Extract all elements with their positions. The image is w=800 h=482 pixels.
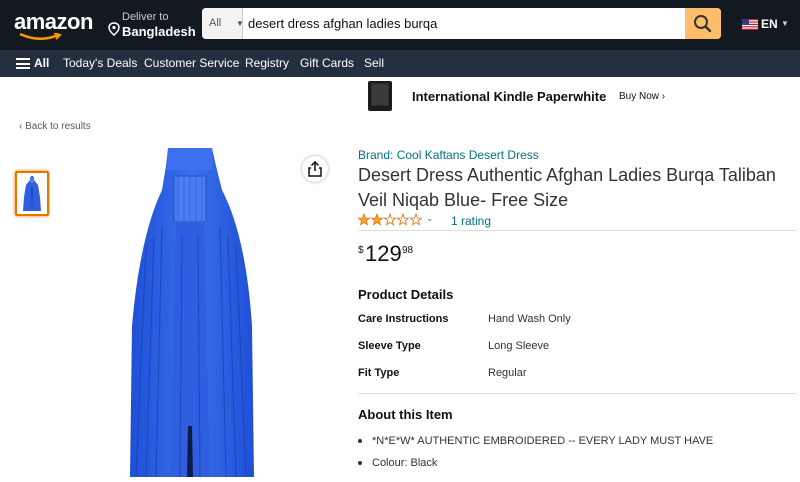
star-empty-icon — [396, 213, 410, 226]
price-whole: 129 — [365, 241, 402, 266]
location-pin-icon — [108, 22, 120, 36]
detail-value-care: Hand Wash Only — [488, 313, 571, 325]
product-thumbnail[interactable] — [15, 171, 49, 216]
detail-value-sleeve: Long Sleeve — [488, 340, 550, 352]
nav-todays-deals[interactable]: Today's Deals — [63, 56, 137, 70]
star-empty-icon — [409, 213, 422, 226]
star-filled-icon — [358, 213, 371, 226]
kindle-device-image — [368, 81, 392, 111]
nav-customer-service[interactable]: Customer Service — [144, 56, 239, 70]
back-to-results-link[interactable]: ‹ Back to results — [19, 121, 91, 132]
price-fraction: 98 — [402, 245, 414, 256]
language-label: EN — [761, 17, 778, 31]
burqa-thumbnail-image — [23, 176, 41, 211]
search-bar: All ▼ — [202, 8, 721, 39]
star-empty-icon — [383, 213, 397, 226]
chevron-down-icon: ▼ — [781, 19, 789, 28]
about-heading: About this Item — [358, 407, 453, 422]
burqa-product-image — [130, 148, 254, 478]
divider — [358, 230, 796, 231]
product-title: Desert Dress Authentic Afghan Ladies Bur… — [358, 165, 776, 210]
share-button[interactable] — [302, 156, 328, 182]
deliver-country: Bangladesh — [122, 24, 196, 39]
deliver-label: Deliver to — [122, 11, 169, 23]
about-bullet-text: *N*E*W* AUTHENTIC EMBROIDERED -- EVERY L… — [372, 435, 714, 447]
brand-link[interactable]: Brand: Cool Kaftans Desert Dress — [358, 148, 539, 162]
detail-label-care: Care Instructions — [358, 313, 449, 325]
search-category-label: All — [209, 17, 222, 29]
product-main-image[interactable] — [50, 146, 336, 478]
promo-banner[interactable] — [0, 77, 800, 115]
about-bullet-text: Colour: Black — [372, 457, 438, 469]
detail-label-sleeve: Sleeve Type — [358, 340, 421, 352]
divider — [358, 393, 796, 394]
chevron-down-icon[interactable]: ⌄ — [426, 213, 434, 224]
star-rating[interactable] — [358, 213, 422, 227]
amazon-logo[interactable]: amazon — [14, 9, 93, 35]
search-button[interactable] — [685, 8, 721, 39]
product-details-heading: Product Details — [358, 287, 454, 302]
search-icon — [694, 15, 712, 33]
rating-count-link[interactable]: 1 rating — [451, 214, 491, 228]
nav-gift-cards[interactable]: Gift Cards — [300, 56, 354, 70]
top-navbar: amazon Deliver to Bangladesh All ▼ EN ▼ — [0, 0, 800, 50]
detail-label-fit: Fit Type — [358, 367, 400, 379]
promo-buy-now-link[interactable]: Buy Now › — [619, 91, 665, 102]
search-category-dropdown[interactable]: All ▼ — [202, 8, 244, 39]
price-currency: $ — [358, 245, 364, 256]
logo-smile-icon — [19, 33, 62, 40]
nav-sell[interactable]: Sell — [364, 56, 384, 70]
us-flag-icon — [742, 19, 758, 30]
star-filled-icon — [370, 213, 384, 226]
chevron-down-icon: ▼ — [236, 19, 244, 28]
detail-value-fit: Regular — [488, 367, 527, 379]
share-icon — [308, 161, 322, 177]
search-input[interactable] — [248, 8, 678, 39]
nav-all[interactable]: All — [34, 56, 49, 70]
sub-navbar: All Today's Deals Customer Service Regis… — [0, 50, 800, 77]
nav-registry[interactable]: Registry — [245, 56, 289, 70]
hamburger-menu-icon[interactable] — [16, 58, 30, 69]
promo-title: International Kindle Paperwhite — [412, 89, 607, 104]
